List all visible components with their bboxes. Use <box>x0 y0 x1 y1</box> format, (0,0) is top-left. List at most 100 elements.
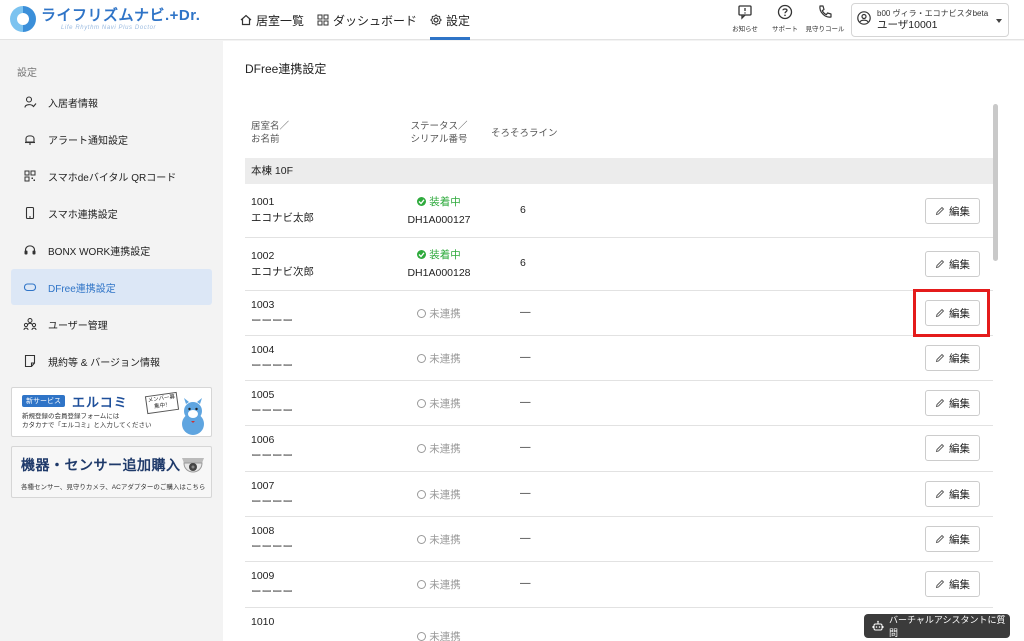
sidebar-item-terms-version[interactable]: 規約等 & バージョン情報 <box>11 343 212 379</box>
sidebar-item-dfree[interactable]: DFree連携設定 <box>11 269 212 305</box>
virtual-assistant-button[interactable]: バーチャルアシスタントに質問 <box>864 614 1010 638</box>
table-row: 1003 ーーーー 未連携 — 編集 <box>245 289 993 337</box>
sidebar-item-smartphone-link[interactable]: スマホ連携設定 <box>11 195 212 231</box>
notice-label: お知らせ <box>732 26 758 33</box>
equipment-purchase-description: 各種センサー、見守りカメラ、ACアダプターのご購入はこちら <box>21 484 206 491</box>
resident-name: エコナビ太郎 <box>251 212 314 224</box>
sidebar-item-label: アラート通知設定 <box>48 135 128 147</box>
resident-name: ーーーー <box>251 541 293 553</box>
room-number: 1008 <box>251 525 275 537</box>
sidebar-item-resident-info[interactable]: 入居者情報 <box>11 84 212 120</box>
main-content: DFree連携設定 居室名／ お名前 ステータス／ シリアル番号 そろそろライン… <box>223 41 1024 641</box>
resident-icon <box>23 95 37 109</box>
sidebar-item-bonx-work[interactable]: BONX WORK連携設定 <box>11 232 212 268</box>
resident-name: ーーーー <box>251 586 293 598</box>
resident-name: ーーーー <box>251 315 293 327</box>
edit-button[interactable]: 編集 <box>925 251 980 277</box>
edit-button[interactable]: 編集 <box>925 345 980 371</box>
user-menu[interactable]: b00 ヴィラ・エコナビスタbeta ユーザ10001 <box>851 3 1009 37</box>
user-facility: b00 ヴィラ・エコナビスタbeta <box>877 9 989 18</box>
room-cell: 1003 ーーーー <box>251 297 293 329</box>
status-cell: 未連携 <box>395 629 483 641</box>
status-badge: 未連携 <box>395 351 483 366</box>
edit-button[interactable]: 編集 <box>925 390 980 416</box>
column-room-name: 居室名／ お名前 <box>251 121 290 145</box>
watch-call-button[interactable]: 見守りコール <box>805 4 845 33</box>
notice-button[interactable]: お知らせ <box>728 4 762 33</box>
status-badge: 未連携 <box>395 441 483 456</box>
status-badge: 未連携 <box>395 396 483 411</box>
chevron-down-icon <box>996 19 1002 23</box>
camera-icon <box>180 455 206 477</box>
sidebar-item-label: スマホ連携設定 <box>48 209 118 221</box>
sorosoro-line-value: 6 <box>520 204 526 216</box>
dashboard-icon <box>317 14 329 26</box>
nav-room-list[interactable]: 居室一覧 <box>240 0 304 40</box>
app-logo[interactable]: ライフリズムナビ.+Dr. Life Rhythm Navi Plus Doct… <box>10 6 200 32</box>
sorosoro-line-value: — <box>520 532 531 544</box>
sidebar-item-alert-settings[interactable]: アラート通知設定 <box>11 121 212 157</box>
table-row: 1001 エコナビ太郎 装着中 DH1A000127 6 編集 <box>245 184 993 238</box>
edit-button[interactable]: 編集 <box>925 435 980 461</box>
status-cell: 装着中 DH1A000128 <box>395 247 483 279</box>
resident-name: ーーーー <box>251 405 293 417</box>
room-cell: 1008 ーーーー <box>251 523 293 555</box>
watch-call-label: 見守りコール <box>805 26 845 33</box>
highlight-box <box>913 289 990 337</box>
room-number: 1004 <box>251 344 275 356</box>
empty-circle-icon <box>417 354 427 363</box>
edit-button[interactable]: 編集 <box>925 481 980 507</box>
edit-button[interactable]: 編集 <box>925 198 980 224</box>
pencil-icon <box>935 489 945 499</box>
edit-button[interactable]: 編集 <box>925 526 980 552</box>
table-row: 1007 ーーーー 未連携 — 編集 <box>245 472 993 517</box>
resident-name: ーーーー <box>251 496 293 508</box>
empty-circle-icon <box>417 490 427 499</box>
sidebar-heading: 設定 <box>17 68 37 79</box>
status-badge: 装着中 <box>395 194 483 209</box>
nav-room-list-label: 居室一覧 <box>256 13 305 28</box>
sidebar-item-user-management[interactable]: ユーザー管理 <box>11 306 212 342</box>
edit-button[interactable]: 編集 <box>925 571 980 597</box>
sorosoro-line-value: — <box>520 351 531 363</box>
logo-mark-icon <box>10 6 36 32</box>
pencil-icon <box>935 534 945 544</box>
room-number: 1001 <box>251 196 275 208</box>
sorosoro-line-value: 6 <box>520 257 526 269</box>
sidebar-item-label: 規約等 & バージョン情報 <box>48 357 161 369</box>
table-row: 1002 エコナビ次郎 装着中 DH1A000128 6 編集 <box>245 238 993 291</box>
empty-circle-icon <box>417 535 427 544</box>
pencil-icon <box>935 443 945 453</box>
elcomi-description: 新規登録の会員登録フォームには カタカナで「エルコミ」と入力してください <box>22 413 152 429</box>
equipment-purchase-title: 機器・センサー追加購入 <box>21 457 181 473</box>
smartphone-icon <box>23 206 37 220</box>
sidebar-item-label: 入居者情報 <box>48 98 98 110</box>
status-cell: 未連携 <box>395 351 483 366</box>
table-row: 1009 ーーーー 未連携 — 編集 <box>245 562 993 608</box>
nav-dashboard-label: ダッシュボード <box>333 13 418 28</box>
nav-dashboard[interactable]: ダッシュボード <box>317 0 417 40</box>
room-number: 1009 <box>251 570 275 582</box>
empty-circle-icon <box>417 309 427 318</box>
status-cell: 未連携 <box>395 577 483 592</box>
nav-settings[interactable]: 設定 <box>430 0 471 40</box>
phone-icon <box>817 4 833 20</box>
user-name: ユーザ10001 <box>877 19 938 31</box>
support-button[interactable]: サポート <box>768 4 802 33</box>
sidebar-item-qr-code[interactable]: スマホdeバイタル QRコード <box>11 158 212 194</box>
room-number: 1005 <box>251 389 275 401</box>
home-icon <box>240 14 252 26</box>
scrollbar[interactable] <box>993 104 998 261</box>
elcomi-banner[interactable]: 新サービス エルコミ 新規登録の会員登録フォームには カタカナで「エルコミ」と入… <box>11 387 212 437</box>
sidebar-item-label: スマホdeバイタル QRコード <box>48 172 177 184</box>
dfree-icon <box>23 280 37 294</box>
equipment-purchase-banner[interactable]: 機器・センサー追加購入 各種センサー、見守りカメラ、ACアダプターのご購入はこち… <box>11 446 212 498</box>
pencil-icon <box>935 206 945 216</box>
sorosoro-line-value: — <box>520 487 531 499</box>
column-status-serial: ステータス／ シリアル番号 <box>410 121 468 145</box>
support-label: サポート <box>772 26 798 33</box>
empty-circle-icon <box>417 399 427 408</box>
room-number: 1003 <box>251 299 275 311</box>
sorosoro-line-value: — <box>520 577 531 589</box>
virtual-assistant-label: バーチャルアシスタントに質問 <box>889 615 1006 638</box>
